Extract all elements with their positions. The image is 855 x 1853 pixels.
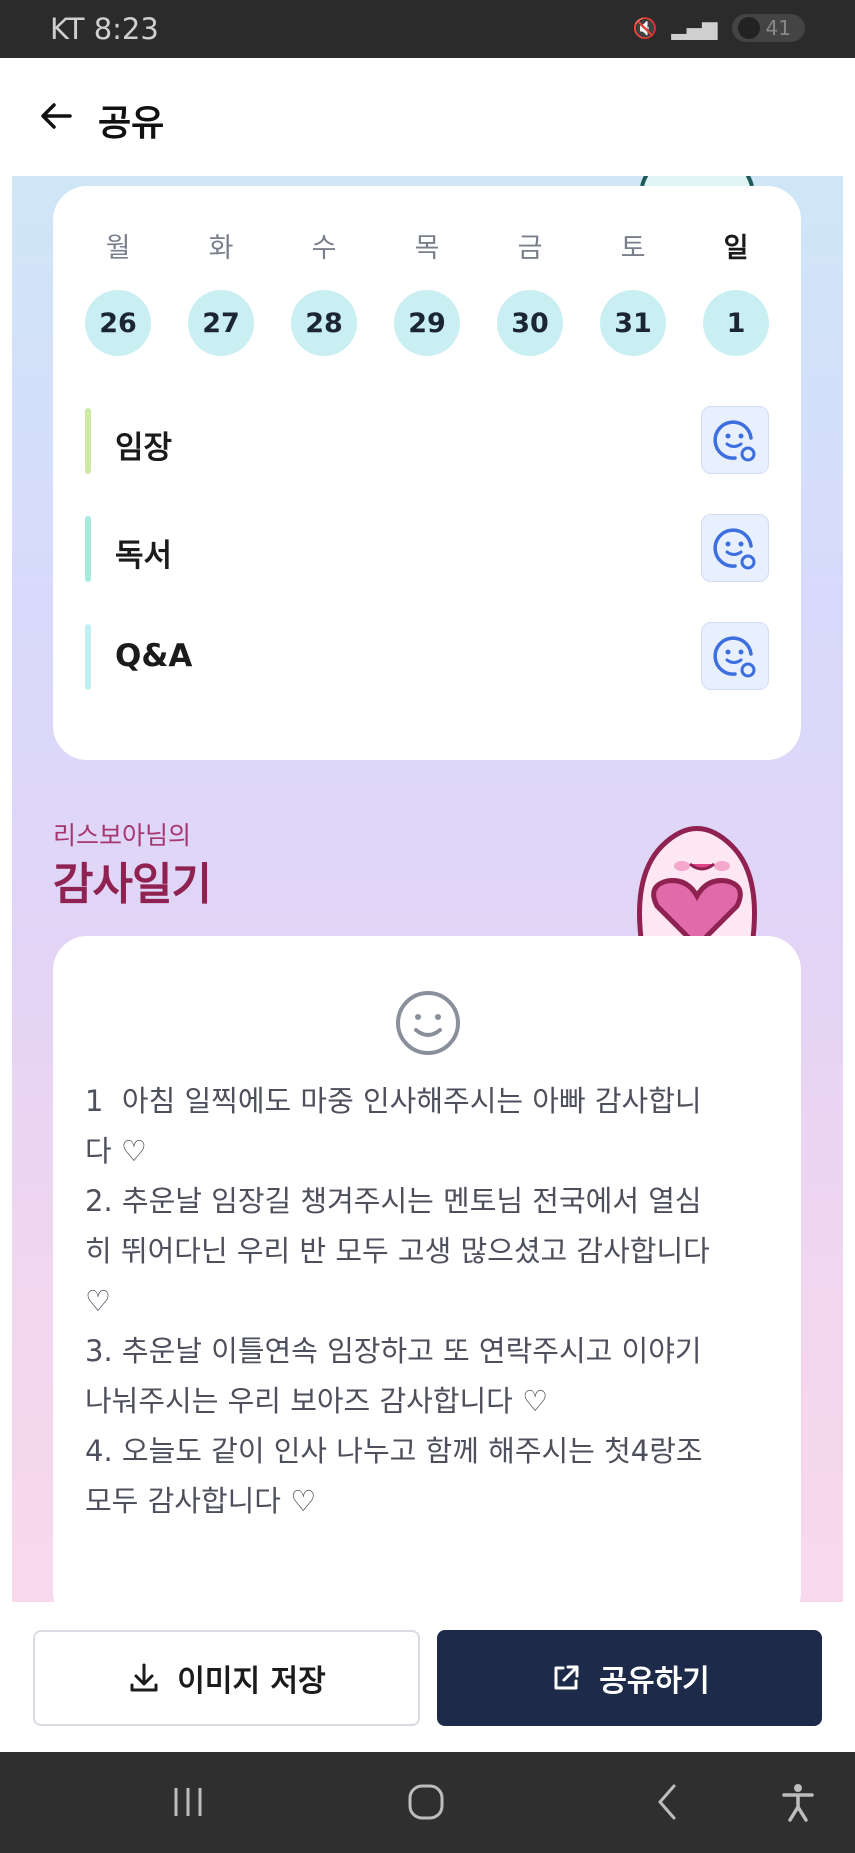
date-circle: 30 bbox=[497, 290, 563, 356]
download-icon bbox=[130, 1663, 158, 1692]
habit-row: 임장 bbox=[85, 406, 769, 476]
date-circle: 31 bbox=[600, 290, 666, 356]
back-arrow-icon bbox=[41, 103, 72, 129]
share-label: 공유하기 bbox=[599, 1664, 710, 1699]
emotion-add-icon bbox=[713, 636, 756, 678]
weekday-wed: 수 bbox=[311, 233, 337, 264]
weekday-row: 월 화 수 목 금 토 일 bbox=[53, 226, 801, 266]
signal-icon: ▂▄▆ bbox=[671, 16, 718, 40]
habit-color-bar bbox=[85, 408, 91, 474]
share-button[interactable]: 공유하기 bbox=[437, 1630, 822, 1726]
weekday-mon: 월 bbox=[105, 233, 131, 264]
save-image-button[interactable]: 이미지 저장 bbox=[33, 1630, 420, 1726]
mute-icon: 🔇 bbox=[632, 16, 658, 40]
journal-owner: 리스보아님의 bbox=[53, 821, 192, 850]
back-button[interactable] bbox=[36, 96, 76, 136]
weekly-habit-card: 월 화 수 목 금 토 일 26 27 28 29 30 31 1 임장 독서 … bbox=[53, 186, 801, 760]
habit-color-bar bbox=[85, 516, 91, 582]
weekday-fri: 금 bbox=[517, 233, 543, 264]
habit-row: 독서 bbox=[85, 514, 769, 584]
system-navigation-bar bbox=[0, 1752, 855, 1853]
journal-title: 감사일기 bbox=[53, 859, 212, 910]
add-emotion-button[interactable] bbox=[701, 622, 769, 690]
date-circle: 26 bbox=[85, 290, 151, 356]
habit-label: Q&A bbox=[115, 638, 193, 674]
gratitude-text: 1 아침 일찍에도 마중 인사해주시는 아빠 감사합니 다 ♡ 2. 추운날 임… bbox=[85, 1084, 710, 1518]
status-carrier-time: KT 8:23 bbox=[50, 12, 159, 46]
smile-icon bbox=[396, 991, 460, 1055]
home-icon[interactable] bbox=[406, 1782, 446, 1822]
share-preview: 월 화 수 목 금 토 일 26 27 28 29 30 31 1 임장 독서 … bbox=[12, 176, 843, 1602]
weekday-thu: 목 bbox=[414, 233, 440, 264]
gratitude-journal-card: 1 아침 일찍에도 마중 인사해주시는 아빠 감사합니 다 ♡ 2. 추운날 임… bbox=[53, 936, 801, 1602]
date-circle: 1 bbox=[703, 290, 769, 356]
app-bar: 공유 bbox=[0, 58, 855, 176]
date-circle: 28 bbox=[291, 290, 357, 356]
weekday-sat: 토 bbox=[620, 233, 646, 264]
mascot-peek-illustration bbox=[640, 176, 754, 186]
habit-color-bar bbox=[85, 624, 91, 690]
battery-indicator: 41 bbox=[731, 14, 805, 42]
battery-level: 41 bbox=[765, 16, 791, 40]
add-emotion-button[interactable] bbox=[701, 406, 769, 474]
external-share-icon bbox=[554, 1665, 579, 1690]
habit-label: 독서 bbox=[115, 538, 173, 574]
status-bar: KT 8:23 🔇 ▂▄▆ 41 bbox=[0, 0, 855, 58]
emotion-add-icon bbox=[713, 528, 756, 570]
status-icons: 🔇 ▂▄▆ 41 bbox=[632, 14, 805, 42]
page-title: 공유 bbox=[98, 103, 165, 144]
habit-label: 임장 bbox=[115, 430, 173, 466]
date-circle: 27 bbox=[188, 290, 254, 356]
accessibility-icon[interactable] bbox=[780, 1782, 816, 1822]
recent-apps-icon[interactable] bbox=[170, 1782, 206, 1822]
weekday-sun: 일 bbox=[723, 233, 749, 264]
date-circle: 29 bbox=[394, 290, 460, 356]
emotion-add-icon bbox=[713, 420, 756, 462]
add-emotion-button[interactable] bbox=[701, 514, 769, 582]
habit-row: Q&A bbox=[85, 622, 769, 692]
save-image-label: 이미지 저장 bbox=[177, 1664, 326, 1699]
battery-icon bbox=[737, 17, 760, 39]
mascot-heart-illustration bbox=[637, 826, 757, 946]
action-bar: 이미지 저장 공유하기 bbox=[0, 1602, 855, 1752]
system-back-icon[interactable] bbox=[652, 1782, 682, 1822]
weekday-tue: 화 bbox=[208, 233, 234, 264]
